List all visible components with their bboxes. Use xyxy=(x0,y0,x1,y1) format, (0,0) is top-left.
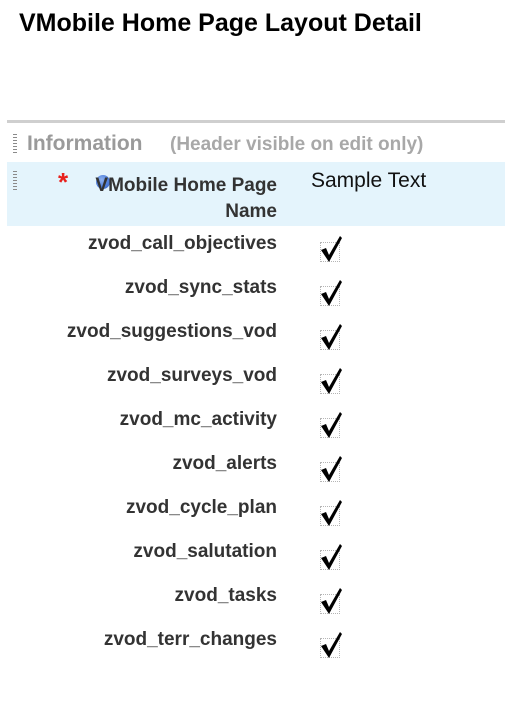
section-note: (Header visible on edit only) xyxy=(170,134,424,155)
checkmark-icon xyxy=(318,453,344,482)
field-label: zvod_cycle_plan xyxy=(125,497,277,518)
checkmark-icon xyxy=(318,585,344,614)
field-label: zvod_tasks xyxy=(174,585,277,606)
checkmark-icon xyxy=(318,541,344,570)
section-header: Information (Header visible on edit only… xyxy=(7,128,505,160)
section-divider xyxy=(7,120,505,123)
page: VMobile Home Page Layout Detail Informat… xyxy=(0,0,505,704)
field-row: zvod_alerts xyxy=(0,447,505,491)
section-title: Information xyxy=(27,132,143,155)
field-row: zvod_salutation xyxy=(0,535,505,579)
name-field-value: Sample Text xyxy=(311,169,427,192)
field-label: zvod_sync_stats xyxy=(124,277,277,298)
checkmark-icon xyxy=(318,497,344,526)
checkmark-icon xyxy=(318,277,344,306)
checkmark-icon xyxy=(318,321,344,350)
checkmark-icon xyxy=(318,409,344,438)
page-title: VMobile Home Page Layout Detail xyxy=(19,9,422,37)
field-label: zvod_mc_activity xyxy=(119,409,277,430)
field-label: zvod_salutation xyxy=(133,541,277,562)
field-label: zvod_call_objectives xyxy=(87,233,277,254)
field-row: zvod_surveys_vod xyxy=(0,359,505,403)
field-row: zvod_mc_activity xyxy=(0,403,505,447)
field-row: zvod_suggestions_vod xyxy=(0,315,505,359)
required-asterisk-icon: * xyxy=(58,167,69,197)
field-row: zvod_cycle_plan xyxy=(0,491,505,535)
checkmark-icon xyxy=(318,365,344,394)
field-row: zvod_sync_stats xyxy=(0,271,505,315)
field-label: zvod_suggestions_vod xyxy=(66,321,277,342)
field-row: zvod_tasks xyxy=(0,579,505,623)
name-field-label: VMobile Home Page Name xyxy=(95,175,277,222)
checkmark-icon xyxy=(318,233,344,262)
drag-handle-icon[interactable] xyxy=(13,171,17,191)
name-field-row[interactable]: * VMobile Home Page Name Sample Text xyxy=(7,162,505,226)
field-list: zvod_call_objectives zvod_sync_stats zvod_… xyxy=(0,227,505,667)
checkmark-icon xyxy=(318,629,344,658)
field-label: zvod_alerts xyxy=(172,453,277,474)
field-row: zvod_terr_changes xyxy=(0,623,505,667)
field-label: zvod_terr_changes xyxy=(103,629,277,650)
field-row: zvod_call_objectives xyxy=(0,227,505,271)
drag-handle-icon[interactable] xyxy=(13,134,17,154)
field-label: zvod_surveys_vod xyxy=(106,365,277,386)
